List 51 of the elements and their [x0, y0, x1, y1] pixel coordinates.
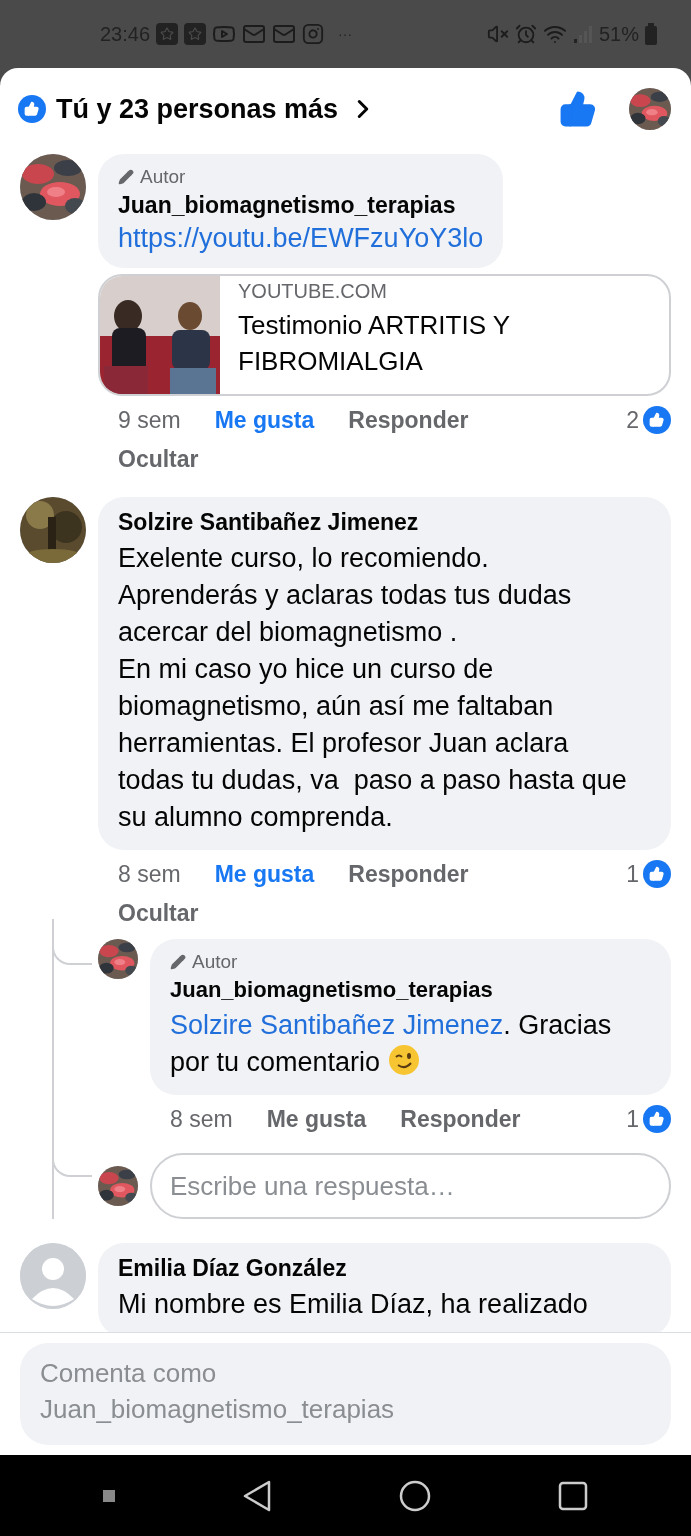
mute-icon [486, 23, 509, 45]
mail-icon [272, 22, 297, 46]
like-reaction-icon [643, 406, 671, 434]
signal-icon [572, 24, 593, 44]
preview-title: Testimonio ARTRITIS Y FIBROMIALGIA [238, 309, 511, 378]
comment-text: Solzire Santibañez Jimenez. Gracias por tu comentario [170, 1009, 613, 1079]
battery-icon [645, 23, 657, 45]
reply-link[interactable]: Responder [400, 1105, 521, 1133]
hide-link[interactable]: Ocultar [118, 900, 199, 927]
comment-time: 8 sem [118, 860, 181, 888]
author-badge: Autor [118, 166, 484, 188]
preview-source: YOUTUBE.COM [238, 280, 388, 303]
mention-link[interactable]: Solzire Santibañez Jimenez [170, 1010, 504, 1040]
home-icon[interactable] [398, 1479, 431, 1512]
author-badge: Autor [170, 951, 651, 973]
comment-author[interactable]: Juan_biomagnetismo_terapias [170, 977, 651, 1003]
like-link[interactable]: Me gusta [214, 860, 315, 888]
winking-emoji-icon [388, 1044, 421, 1076]
hide-link[interactable]: Ocultar [118, 446, 199, 473]
comment-author[interactable]: Solzire Santibañez Jimenez [118, 509, 651, 536]
like-reaction-icon [643, 860, 671, 888]
link-preview-card[interactable]: YOUTUBE.COM Testimonio ARTRITIS Y FIBROMIALGIA [98, 274, 671, 396]
star-app-icon [156, 23, 179, 45]
like-link[interactable]: Me gusta [266, 1105, 367, 1133]
comment-author[interactable]: Emilia Díaz González [118, 1255, 651, 1282]
alarm-icon [514, 23, 537, 45]
like-reaction-icon [643, 1105, 671, 1133]
comment-time: 9 sem [118, 406, 181, 434]
like-count: 1 [626, 860, 639, 888]
mail-icon [242, 22, 267, 46]
comment-input-field[interactable]: Comenta como Juan_biomagnetismo_terapias [20, 1343, 671, 1445]
reply-link[interactable]: Responder [348, 406, 469, 434]
like-count: 1 [626, 1105, 639, 1133]
reply-input-field[interactable]: Escribe una respuesta… [150, 1153, 671, 1219]
like-reaction-icon [18, 95, 46, 123]
reactions-summary[interactable]: Tú y 23 personas más [56, 93, 339, 125]
more-notifications: ··· [338, 26, 353, 42]
comment-time: 8 sem [170, 1105, 233, 1133]
like-link[interactable]: Me gusta [214, 406, 315, 434]
default-avatar-icon [20, 1243, 86, 1309]
like-button-icon[interactable] [559, 90, 597, 128]
reply-link[interactable]: Responder [348, 860, 469, 888]
comment-text: Mi nombre es Emilia Díaz, ha realizado [118, 1288, 589, 1321]
recent-apps-icon[interactable] [557, 1480, 588, 1511]
star-app-icon [184, 23, 207, 45]
comment-author[interactable]: Juan_biomagnetismo_terapias [118, 192, 484, 219]
like-count: 2 [626, 406, 639, 434]
comment-text: Exelente curso, lo recomiendo. Aprenderás y aclaras todas tus dudas acercar del biomagnetismo . En mi caso yo hice un curso de biomagnetismo, aún así me faltaban herramientas. El profesor Juan aclara todas tu dudas, va paso a paso hasta que su alumno comprenda. [118, 542, 628, 834]
back-icon[interactable] [242, 1478, 273, 1513]
camera-app-icon [302, 23, 325, 45]
video-link[interactable]: https://youtu.be/EWFzuYoY3lo [118, 223, 484, 254]
